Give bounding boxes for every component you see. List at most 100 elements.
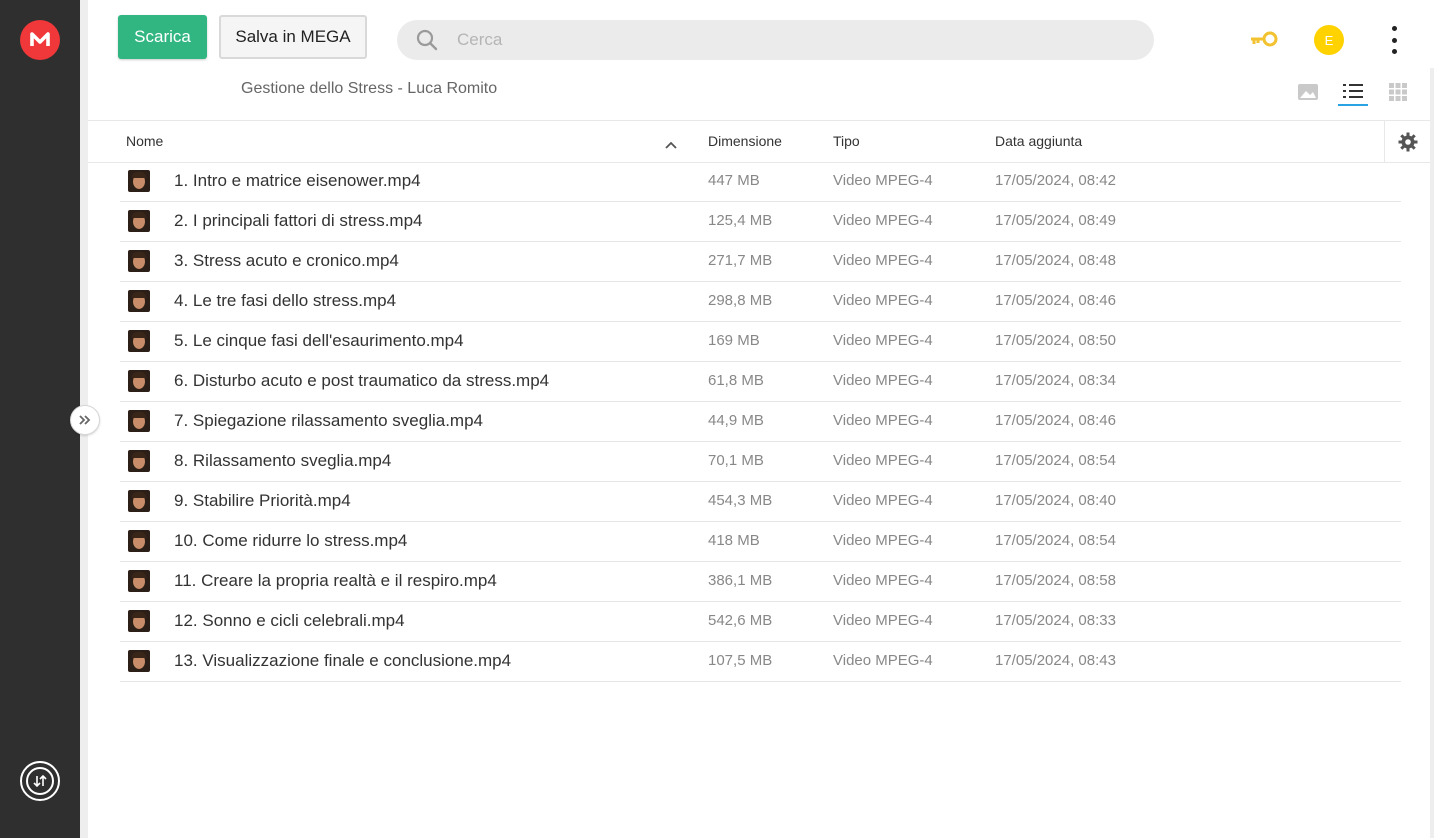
column-header-name[interactable]: Nome (126, 133, 163, 149)
user-avatar[interactable]: E (1314, 25, 1344, 55)
thumbnail-view-button[interactable] (1293, 78, 1323, 106)
file-size: 298,8 MB (708, 292, 773, 309)
key-button[interactable] (1249, 28, 1279, 55)
file-type: Video MPEG-4 (833, 652, 933, 669)
expand-sidebar-button[interactable] (70, 405, 100, 435)
table-row[interactable]: 13. Visualizzazione finale e conclusione… (120, 642, 1401, 682)
video-thumbnail (128, 210, 150, 232)
file-size: 125,4 MB (708, 212, 773, 229)
mega-logo[interactable] (20, 20, 60, 60)
image-icon (1298, 84, 1318, 100)
file-name: 12. Sonno e cicli celebrali.mp4 (174, 611, 405, 630)
sort-ascending-icon[interactable] (664, 137, 678, 155)
file-type: Video MPEG-4 (833, 572, 933, 589)
table-row[interactable]: 6. Disturbo acuto e post traumatico da s… (120, 362, 1401, 402)
table-row[interactable]: 10. Come ridurre lo stress.mp4 418 MB Vi… (120, 522, 1401, 562)
file-name: 2. I principali fattori di stress.mp4 (174, 211, 423, 230)
column-header-type[interactable]: Tipo (833, 133, 860, 149)
grid-icon (1389, 83, 1407, 101)
file-type: Video MPEG-4 (833, 412, 933, 429)
video-thumbnail (128, 490, 150, 512)
file-name: 11. Creare la propria realtà e il respir… (174, 571, 497, 590)
table-row[interactable]: 2. I principali fattori di stress.mp4 12… (120, 202, 1401, 242)
file-date: 17/05/2024, 08:46 (995, 292, 1116, 309)
table-row[interactable]: 3. Stress acuto e cronico.mp4 271,7 MB V… (120, 242, 1401, 282)
file-type: Video MPEG-4 (833, 332, 933, 349)
video-thumbnail (128, 290, 150, 312)
search-input[interactable] (457, 30, 1057, 50)
search-bar[interactable] (397, 20, 1154, 60)
file-name: 3. Stress acuto e cronico.mp4 (174, 251, 399, 270)
video-thumbnail (128, 530, 150, 552)
video-thumbnail (128, 370, 150, 392)
gear-icon (1398, 132, 1417, 151)
file-name: 1. Intro e matrice eisenower.mp4 (174, 171, 421, 190)
file-name: 6. Disturbo acuto e post traumatico da s… (174, 371, 550, 390)
table-row[interactable]: 4. Le tre fasi dello stress.mp4 298,8 MB… (120, 282, 1401, 322)
file-size: 70,1 MB (708, 452, 764, 469)
video-thumbnail (128, 650, 150, 672)
column-header-date[interactable]: Data aggiunta (995, 133, 1082, 149)
file-date: 17/05/2024, 08:43 (995, 652, 1116, 669)
file-size: 454,3 MB (708, 492, 773, 509)
file-date: 17/05/2024, 08:42 (995, 172, 1116, 189)
file-name: 4. Le tre fasi dello stress.mp4 (174, 291, 397, 310)
file-type: Video MPEG-4 (833, 252, 933, 269)
file-type: Video MPEG-4 (833, 532, 933, 549)
file-size: 271,7 MB (708, 252, 773, 269)
table-row[interactable]: 7. Spiegazione rilassamento sveglia.mp4 … (120, 402, 1401, 442)
double-chevron-right-icon (79, 415, 91, 425)
video-thumbnail (128, 610, 150, 632)
file-size: 542,6 MB (708, 612, 773, 629)
column-settings-button[interactable] (1384, 121, 1430, 162)
table-row[interactable]: 5. Le cinque fasi dell'esaurimento.mp4 1… (120, 322, 1401, 362)
file-type: Video MPEG-4 (833, 612, 933, 629)
video-thumbnail (128, 330, 150, 352)
table-row[interactable]: 8. Rilassamento sveglia.mp4 70,1 MB Vide… (120, 442, 1401, 482)
file-date: 17/05/2024, 08:50 (995, 332, 1116, 349)
table-row[interactable]: 11. Creare la propria realtà e il respir… (120, 562, 1401, 602)
mega-logo-icon (30, 32, 50, 46)
video-thumbnail (128, 570, 150, 592)
file-size: 44,9 MB (708, 412, 764, 429)
video-thumbnail (128, 250, 150, 272)
file-name: 7. Spiegazione rilassamento sveglia.mp4 (174, 411, 484, 430)
file-size: 418 MB (708, 532, 760, 549)
transfers-button[interactable] (20, 761, 60, 801)
file-size: 169 MB (708, 332, 760, 349)
transfer-arrows-icon (33, 774, 47, 788)
more-menu-icon[interactable] (1384, 26, 1404, 54)
list-icon (1343, 84, 1363, 98)
file-type: Video MPEG-4 (833, 492, 933, 509)
download-button[interactable]: Scarica (118, 15, 207, 59)
scrollbar-track[interactable] (1430, 68, 1434, 838)
video-thumbnail (128, 450, 150, 472)
video-thumbnail (128, 410, 150, 432)
file-size: 61,8 MB (708, 372, 764, 389)
file-type: Video MPEG-4 (833, 292, 933, 309)
grid-view-button[interactable] (1383, 78, 1413, 106)
file-name: 8. Rilassamento sveglia.mp4 (174, 451, 392, 470)
file-date: 17/05/2024, 08:48 (995, 252, 1116, 269)
file-type: Video MPEG-4 (833, 172, 933, 189)
save-to-mega-button[interactable]: Salva in MEGA (219, 15, 367, 59)
file-name: 10. Come ridurre lo stress.mp4 (174, 531, 408, 550)
file-date: 17/05/2024, 08:58 (995, 572, 1116, 589)
file-date: 17/05/2024, 08:49 (995, 212, 1116, 229)
list-view-button[interactable] (1338, 78, 1368, 106)
file-date: 17/05/2024, 08:54 (995, 452, 1116, 469)
video-thumbnail (128, 170, 150, 192)
file-date: 17/05/2024, 08:34 (995, 372, 1116, 389)
header-divider (88, 120, 1430, 121)
file-list: 1. Intro e matrice eisenower.mp4 447 MB … (120, 162, 1401, 682)
key-icon (1251, 31, 1278, 47)
file-name: 9. Stabilire Priorità.mp4 (174, 491, 351, 510)
file-name: 5. Le cinque fasi dell'esaurimento.mp4 (174, 331, 464, 350)
file-type: Video MPEG-4 (833, 212, 933, 229)
table-row[interactable]: 12. Sonno e cicli celebrali.mp4 542,6 MB… (120, 602, 1401, 642)
file-date: 17/05/2024, 08:54 (995, 532, 1116, 549)
sidebar (0, 0, 80, 838)
column-header-size[interactable]: Dimensione (708, 133, 782, 149)
table-row[interactable]: 1. Intro e matrice eisenower.mp4 447 MB … (120, 162, 1401, 202)
table-row[interactable]: 9. Stabilire Priorità.mp4 454,3 MB Video… (120, 482, 1401, 522)
